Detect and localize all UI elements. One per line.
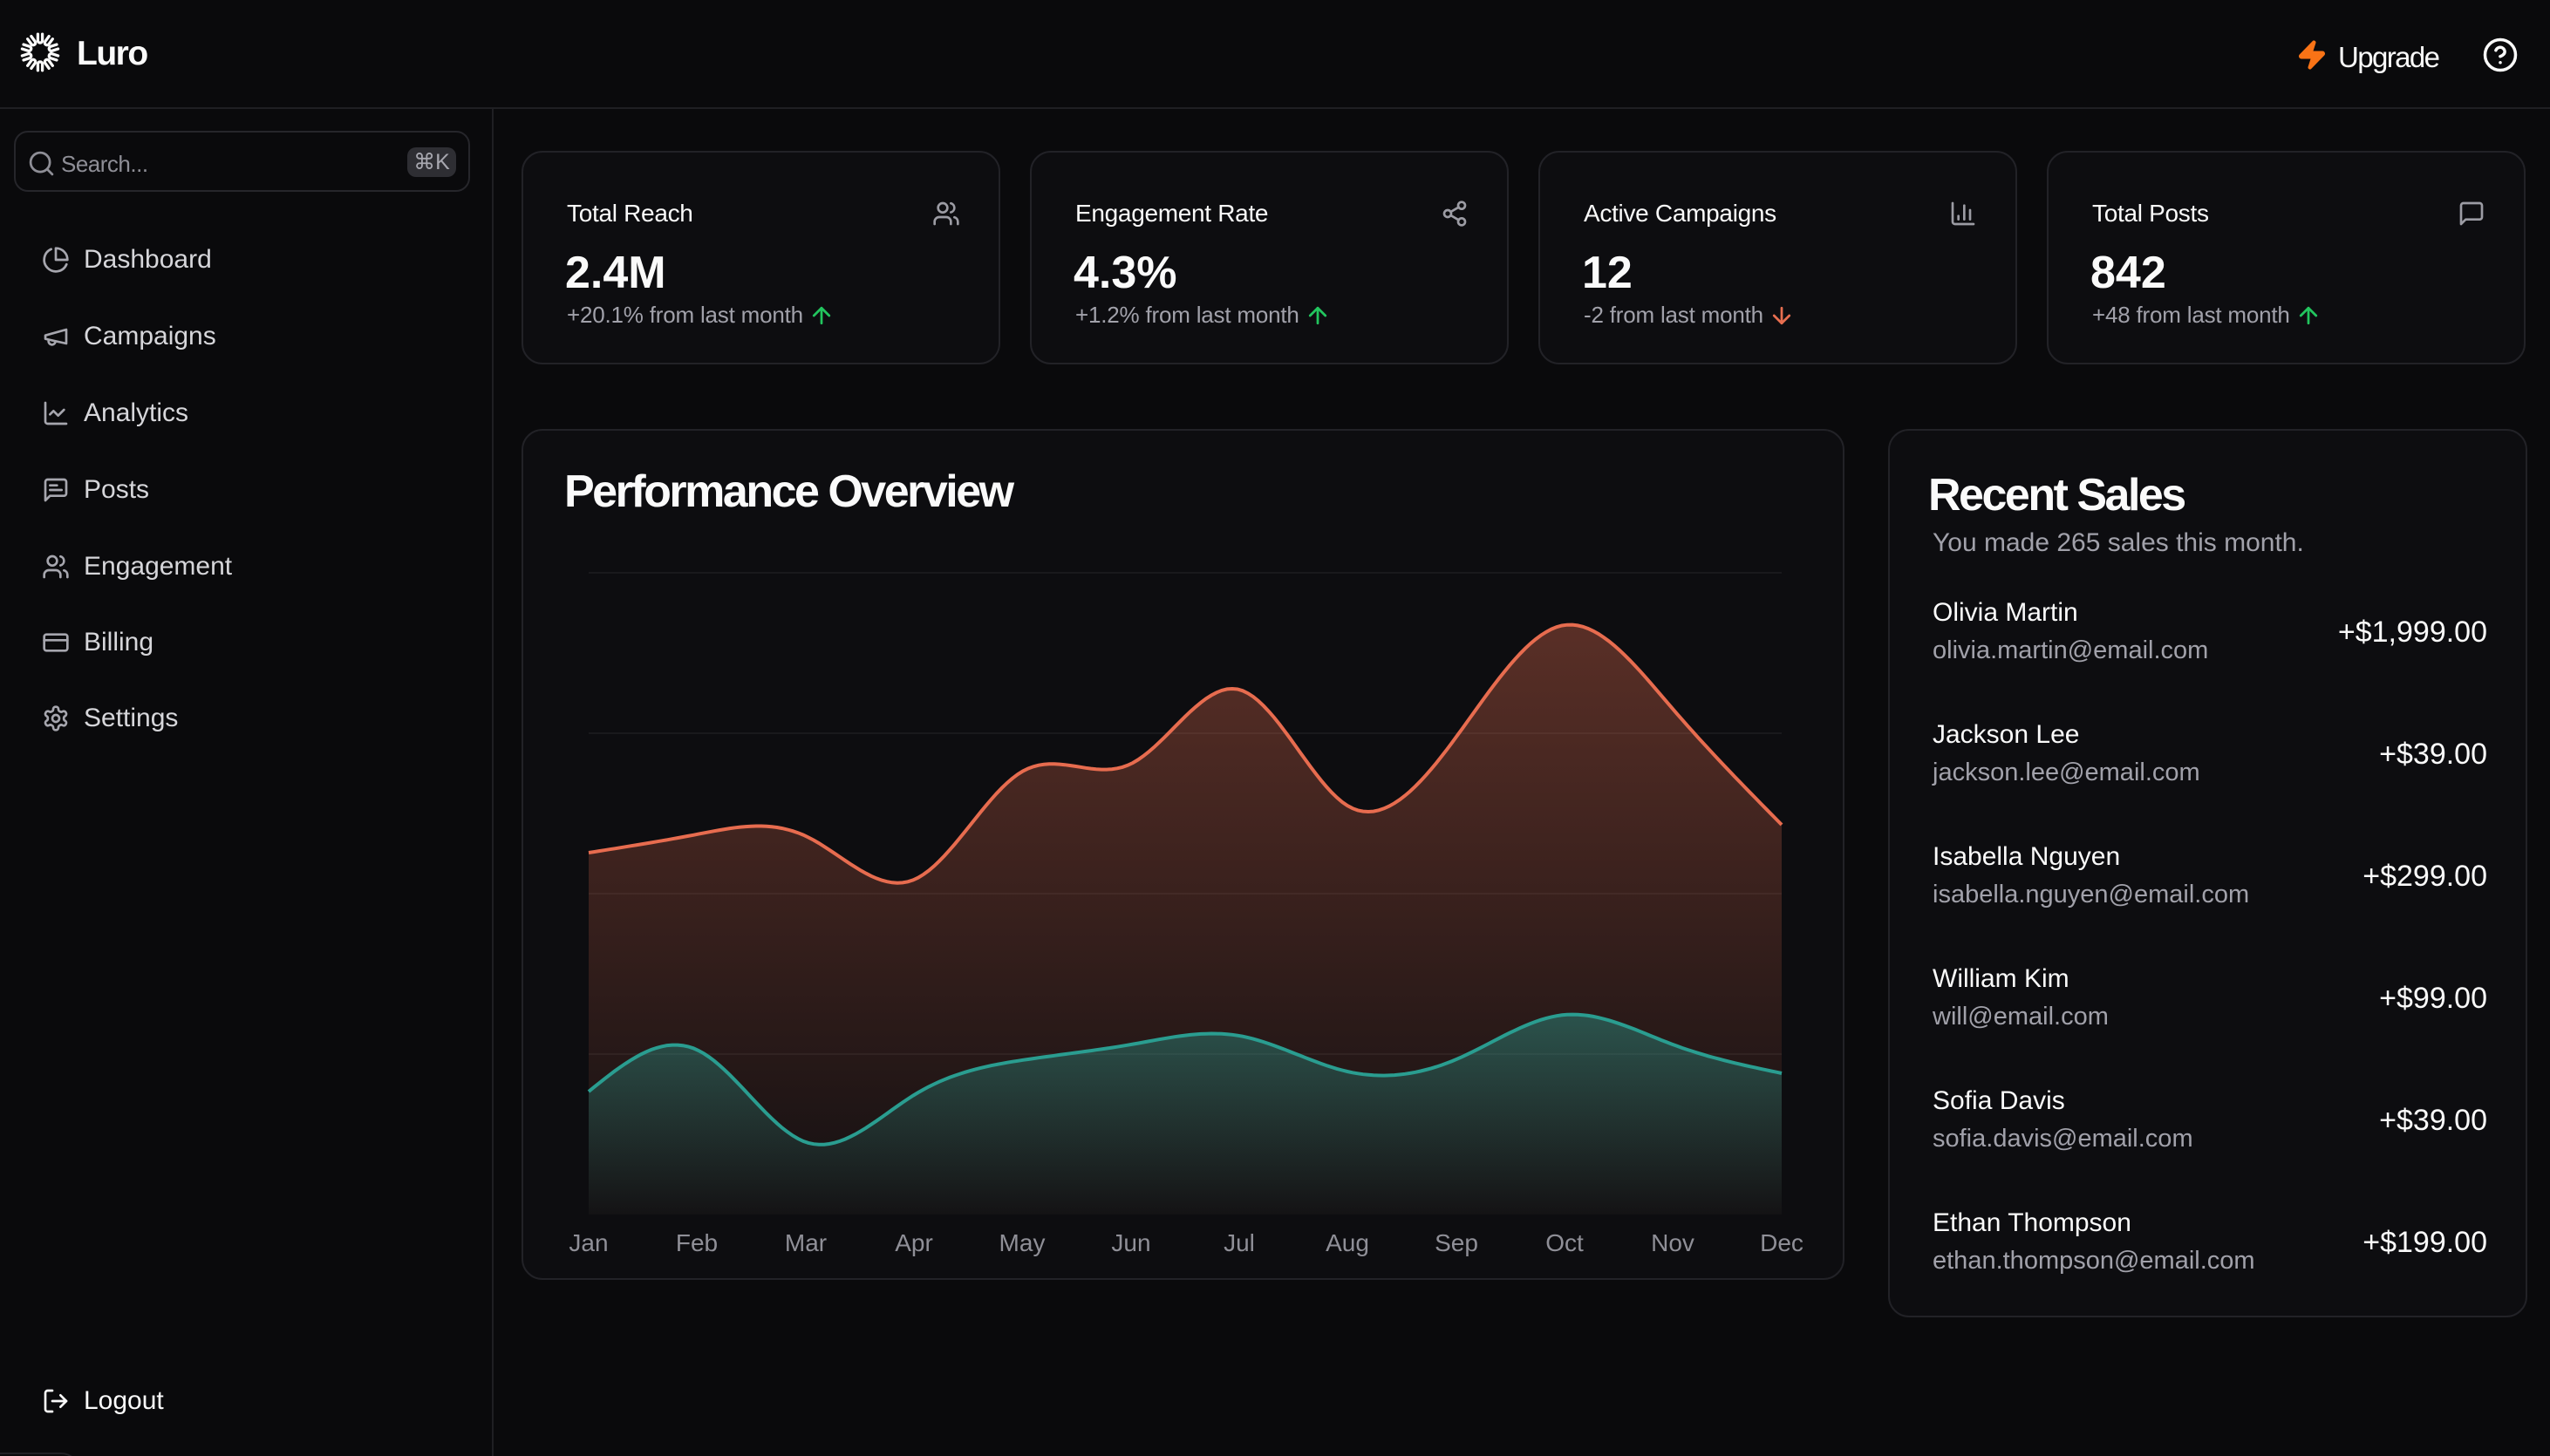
svg-text:Aug: Aug	[1326, 1229, 1369, 1256]
svg-text:Sep: Sep	[1435, 1229, 1478, 1256]
svg-text:Jan: Jan	[569, 1229, 608, 1256]
svg-text:Mar: Mar	[785, 1229, 827, 1256]
svg-text:Dec: Dec	[1760, 1229, 1803, 1256]
svg-text:May: May	[999, 1229, 1046, 1256]
svg-text:Apr: Apr	[895, 1229, 933, 1256]
svg-text:Oct: Oct	[1545, 1229, 1584, 1256]
svg-text:Jun: Jun	[1111, 1229, 1150, 1256]
svg-text:Jul: Jul	[1224, 1229, 1255, 1256]
svg-text:Nov: Nov	[1651, 1229, 1694, 1256]
svg-text:Feb: Feb	[676, 1229, 718, 1256]
